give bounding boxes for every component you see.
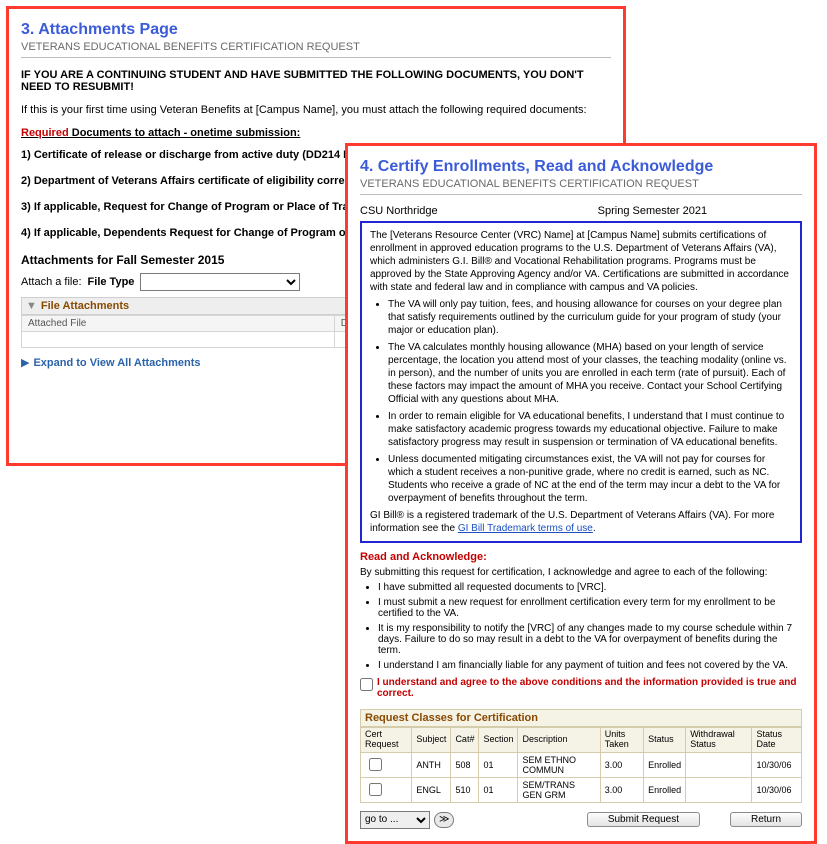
policy-box: The [Veterans Resource Center (VRC) Name… (360, 221, 802, 543)
term-value: Spring Semester 2021 (598, 205, 707, 217)
attach-file-label: Attach a file: (21, 276, 82, 288)
campus-value: CSU Northridge (360, 205, 438, 217)
button-row: Submit Request Return (587, 812, 802, 827)
policy-item: The VA calculates monthly housing allowa… (388, 341, 792, 406)
policy-item: Unless documented mitigating circumstanc… (388, 453, 792, 505)
file-type-label: File Type (88, 276, 135, 288)
col-subject: Subject (412, 728, 451, 753)
meta-row: CSU Northridge Spring Semester 2021 (360, 205, 802, 217)
cell-section: 01 (479, 777, 518, 802)
submit-request-button[interactable]: Submit Request (587, 812, 700, 827)
certify-title: 4. Certify Enrollments, Read and Acknowl… (360, 158, 802, 176)
cell-status: Enrolled (644, 752, 686, 777)
footer-row: go to ... ≫ Submit Request Return (360, 811, 802, 829)
cell-wstatus (686, 777, 752, 802)
cell-desc: SEM/TRANS GEN GRM (518, 777, 600, 802)
cell-section: 01 (479, 752, 518, 777)
policy-item: The VA will only pay tuition, fees, and … (388, 298, 792, 337)
policy-item: In order to remain eligible for VA educa… (388, 410, 792, 449)
goto-group: go to ... ≫ (360, 811, 454, 829)
ack-item: I have submitted all requested documents… (378, 582, 802, 593)
col-attached-file: Attached File (22, 316, 335, 332)
cert-request-checkbox[interactable] (369, 783, 382, 796)
classes-header-row: Cert Request Subject Cat# Section Descri… (361, 728, 802, 753)
attachments-subhead: VETERANS EDUCATIONAL BENEFITS CERTIFICAT… (21, 41, 611, 58)
ack-intro: By submitting this request for certifica… (360, 567, 802, 578)
certify-subhead: VETERANS EDUCATIONAL BENEFITS CERTIFICAT… (360, 178, 802, 195)
col-cert-request: Cert Request (361, 728, 412, 753)
cell-cat: 508 (451, 752, 479, 777)
go-button[interactable]: ≫ (434, 812, 454, 828)
agree-text: I understand and agree to the above cond… (377, 677, 802, 699)
col-cat: Cat# (451, 728, 479, 753)
policy-intro: The [Veterans Resource Center (VRC) Name… (370, 229, 792, 294)
agree-checkbox[interactable] (360, 678, 373, 691)
first-time-line: If this is your first time using Veteran… (21, 104, 611, 116)
class-row: ANTH 508 01 SEM ETHNO COMMUN 3.00 Enroll… (361, 752, 802, 777)
ack-list: I have submitted all requested documents… (378, 582, 802, 671)
ack-item: I understand I am financially liable for… (378, 660, 802, 671)
attachments-page-title: 3. Attachments Page (21, 21, 611, 39)
return-button[interactable]: Return (730, 812, 802, 827)
cert-request-checkbox[interactable] (369, 758, 382, 771)
classes-table: Cert Request Subject Cat# Section Descri… (360, 727, 802, 803)
request-classes-header: Request Classes for Certification (360, 709, 802, 727)
certify-enrollments-card: 4. Certify Enrollments, Read and Acknowl… (345, 143, 817, 844)
policy-list: The VA will only pay tuition, fees, and … (388, 298, 792, 505)
col-description: Description (518, 728, 600, 753)
cell-sdate: 10/30/06 (752, 777, 802, 802)
cell-units: 3.00 (600, 752, 643, 777)
cell-attached-file (22, 332, 335, 348)
cell-subject: ENGL (412, 777, 451, 802)
ack-item: It is my responsibility to notify the [V… (378, 623, 802, 656)
col-status: Status (644, 728, 686, 753)
cell-sdate: 10/30/06 (752, 752, 802, 777)
agree-row[interactable]: I understand and agree to the above cond… (360, 677, 802, 699)
trademark-line: GI Bill® is a registered trademark of th… (370, 509, 792, 535)
cell-wstatus (686, 752, 752, 777)
cell-units: 3.00 (600, 777, 643, 802)
required-word: Required (21, 127, 69, 139)
col-status-date: Status Date (752, 728, 802, 753)
cell-subject: ANTH (412, 752, 451, 777)
ack-item: I must submit a new request for enrollme… (378, 597, 802, 619)
col-section: Section (479, 728, 518, 753)
class-row: ENGL 510 01 SEM/TRANS GEN GRM 3.00 Enrol… (361, 777, 802, 802)
file-attachments-title: File Attachments (41, 300, 129, 312)
cell-status: Enrolled (644, 777, 686, 802)
cell-cat: 510 (451, 777, 479, 802)
cell-desc: SEM ETHNO COMMUN (518, 752, 600, 777)
expand-icon: ▶ (21, 356, 29, 369)
required-heading: Required Documents to attach - onetime s… (21, 127, 611, 139)
continuing-notice: IF YOU ARE A CONTINUING STUDENT AND HAVE… (21, 69, 611, 93)
expand-label: Expand to View All Attachments (33, 357, 200, 369)
ack-heading: Read and Acknowledge: (360, 551, 802, 563)
gi-bill-link[interactable]: GI Bill Trademark terms of use (458, 523, 593, 534)
file-type-select[interactable] (140, 273, 300, 291)
col-units: Units Taken (600, 728, 643, 753)
collapse-icon: ▼ (26, 300, 37, 312)
col-withdrawal: Withdrawal Status (686, 728, 752, 753)
goto-select[interactable]: go to ... (360, 811, 430, 829)
ack-section: By submitting this request for certifica… (360, 567, 802, 671)
required-rest: Documents to attach - onetime submission… (69, 127, 301, 139)
